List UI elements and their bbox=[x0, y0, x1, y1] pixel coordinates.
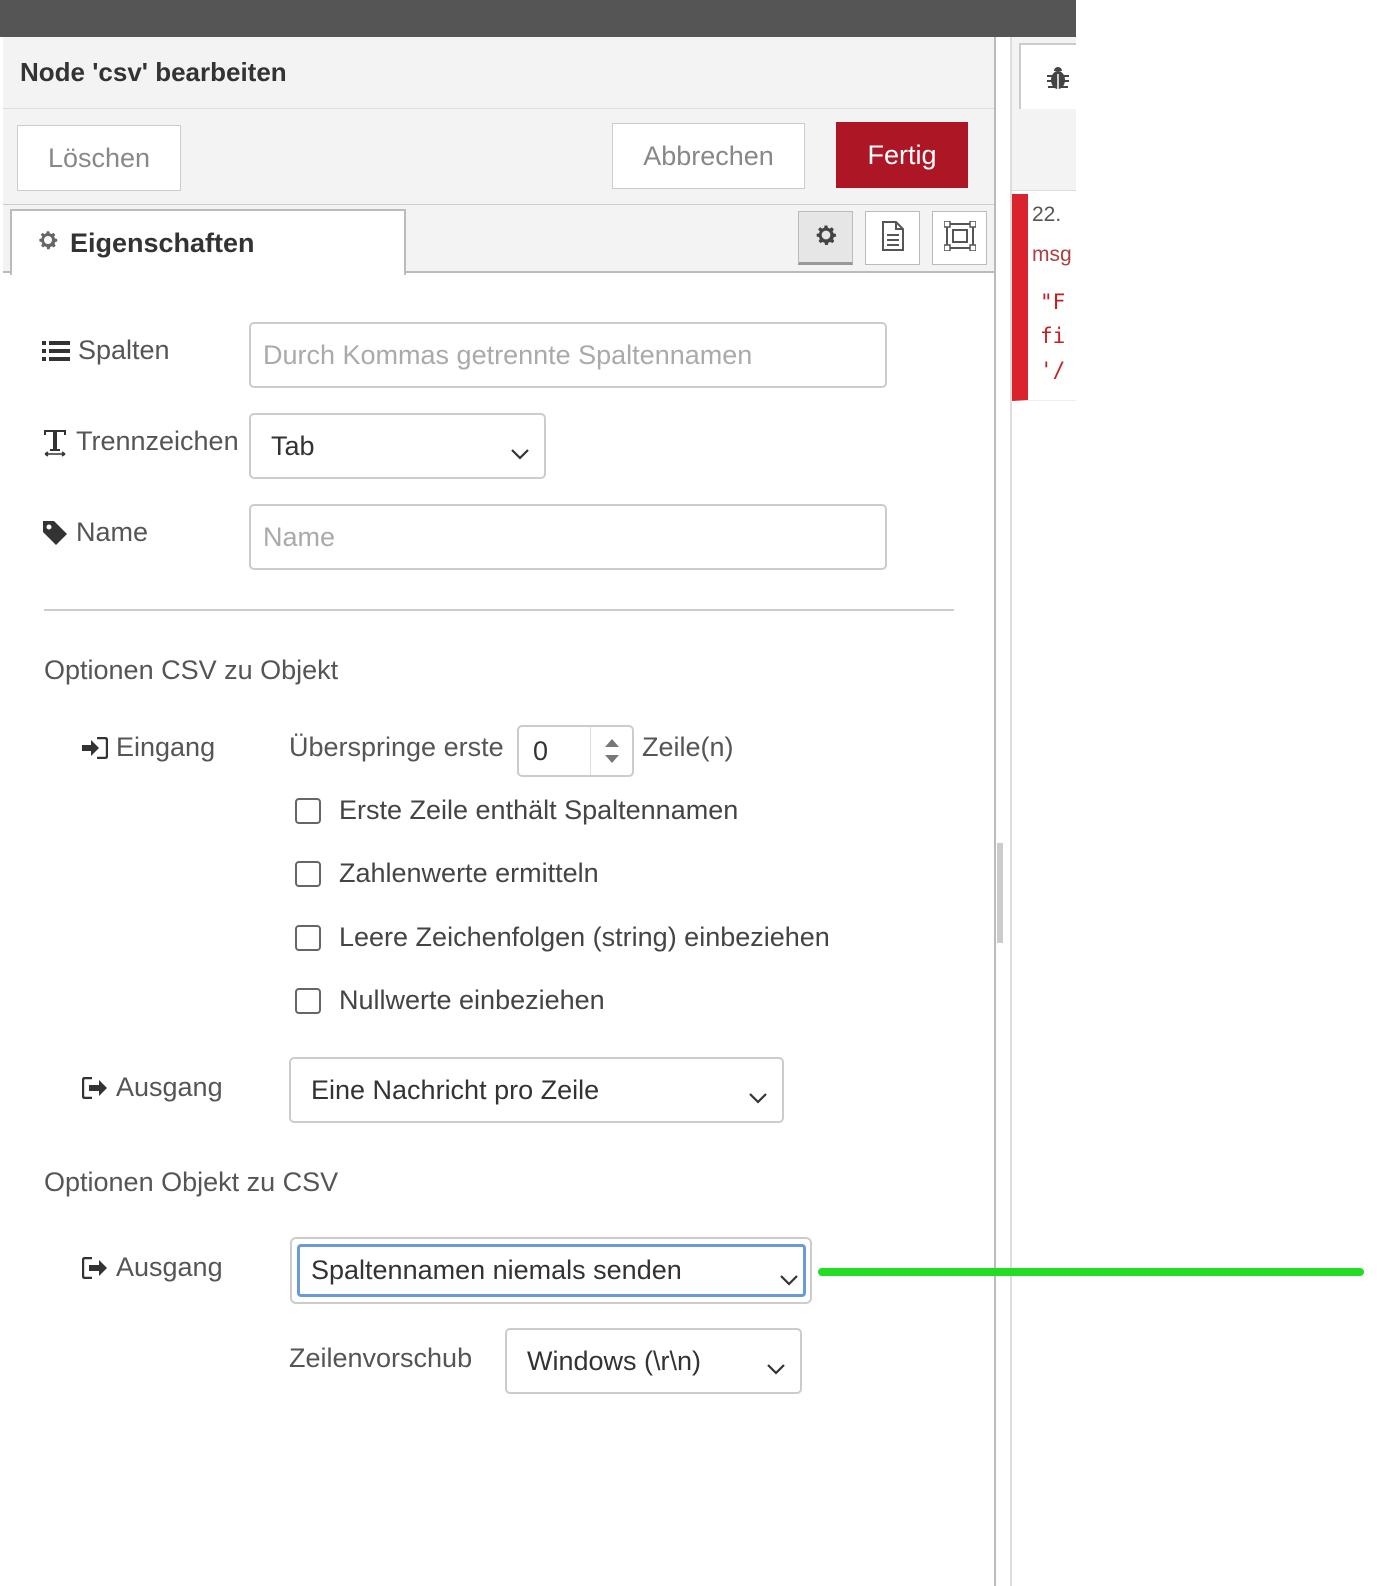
tag-icon bbox=[42, 520, 68, 546]
spinner-arrows[interactable] bbox=[590, 727, 632, 775]
output-label: Ausgang bbox=[82, 1072, 223, 1103]
appearance-icon bbox=[942, 219, 977, 256]
chevron-down-icon bbox=[766, 1352, 786, 1383]
checkbox-parse-numbers[interactable]: Zahlenwerte ermitteln bbox=[295, 858, 599, 889]
name-label-text: Name bbox=[76, 517, 149, 547]
checkbox[interactable] bbox=[295, 987, 321, 1014]
csv-output-select[interactable]: Eine Nachricht pro Zeile bbox=[289, 1057, 784, 1123]
skip-suffix-label: Zeile(n) bbox=[642, 732, 734, 762]
separator-label-text: Trennzeichen bbox=[76, 426, 239, 456]
csv-output-value: Eine Nachricht pro Zeile bbox=[311, 1074, 600, 1105]
newline-value: Windows (\r\n) bbox=[527, 1345, 702, 1376]
tray-title: Node 'csv' bearbeiten bbox=[20, 57, 287, 87]
checkbox-label: Zahlenwerte ermitteln bbox=[339, 858, 599, 888]
annotation-line bbox=[818, 1268, 1364, 1276]
divider bbox=[44, 609, 954, 611]
checkbox-label: Leere Zeichenfolgen (string) einbeziehen bbox=[339, 922, 830, 952]
resize-handle[interactable] bbox=[997, 843, 1003, 943]
checkbox-label: Nullwerte einbeziehen bbox=[339, 985, 605, 1015]
sidebar-tab-bar bbox=[1012, 37, 1076, 109]
newline-label: Zeilenvorschub bbox=[289, 1343, 473, 1373]
sidebar-toolbar bbox=[1012, 109, 1076, 191]
tab-properties[interactable]: Eigenschaften bbox=[10, 209, 406, 275]
tab-properties-label: Eigenschaften bbox=[70, 227, 255, 258]
appearance-tab-button[interactable] bbox=[932, 211, 987, 265]
csv-to-object-heading: Optionen CSV zu Objekt bbox=[44, 655, 339, 685]
cancel-button[interactable]: Abbrechen bbox=[612, 123, 805, 189]
input-label-text: Eingang bbox=[116, 732, 216, 762]
text-cursor-icon bbox=[42, 427, 68, 457]
gear-icon bbox=[36, 228, 60, 259]
columns-input[interactable]: Durch Kommas getrennte Spaltennamen bbox=[249, 322, 887, 388]
sign-in-icon bbox=[82, 736, 108, 759]
gear-icon bbox=[813, 222, 839, 253]
done-button[interactable]: Fertig bbox=[836, 122, 968, 188]
header-output-value: Spaltennamen niemals senden bbox=[311, 1255, 682, 1285]
debug-sidebar: 22. msg "F fi '/ bbox=[1010, 37, 1076, 1586]
sign-out-icon bbox=[82, 1076, 108, 1099]
object-to-csv-heading: Optionen Objekt zu CSV bbox=[44, 1167, 339, 1197]
settings-tab-button[interactable] bbox=[798, 211, 853, 265]
input-label: Eingang bbox=[82, 732, 215, 763]
message-time: 22. bbox=[1032, 203, 1062, 226]
message-line: '/ bbox=[1040, 358, 1066, 382]
caret-down-icon[interactable] bbox=[604, 755, 619, 763]
separator-label: Trennzeichen bbox=[42, 426, 239, 457]
checkbox-include-null[interactable]: Nullwerte einbeziehen bbox=[295, 985, 605, 1016]
checkbox[interactable] bbox=[295, 797, 321, 824]
output-label-text: Ausgang bbox=[116, 1072, 223, 1102]
chevron-down-icon bbox=[748, 1081, 768, 1112]
skip-lines-spinner[interactable]: 0 bbox=[517, 725, 634, 777]
chevron-down-icon bbox=[779, 1263, 799, 1294]
tab-bar: Eigenschaften bbox=[3, 205, 994, 275]
message-topic: msg bbox=[1032, 243, 1072, 266]
tab-debug[interactable] bbox=[1019, 43, 1076, 109]
message-line: fi bbox=[1040, 324, 1066, 348]
columns-label: Spalten bbox=[42, 335, 170, 366]
message-line: "F bbox=[1040, 290, 1066, 314]
skip-lines-value: 0 bbox=[533, 735, 549, 766]
newline-select[interactable]: Windows (\r\n) bbox=[505, 1328, 802, 1394]
checkbox-label: Erste Zeile enthält Spaltennamen bbox=[339, 795, 739, 825]
name-input[interactable]: Name bbox=[249, 504, 887, 570]
bug-icon bbox=[1045, 65, 1071, 96]
output-label-text: Ausgang bbox=[116, 1252, 223, 1282]
checkbox[interactable] bbox=[295, 860, 321, 887]
separator-value: Tab bbox=[271, 430, 315, 461]
chevron-down-icon bbox=[510, 437, 530, 468]
header-output-select[interactable]: Spaltennamen niemals senden bbox=[290, 1237, 812, 1304]
output-label: Ausgang bbox=[82, 1252, 223, 1283]
sign-out-icon bbox=[82, 1256, 108, 1279]
description-tab-button[interactable] bbox=[865, 211, 920, 265]
caret-up-icon[interactable] bbox=[604, 739, 619, 747]
checkbox[interactable] bbox=[295, 924, 321, 951]
list-icon bbox=[42, 340, 70, 362]
document-icon bbox=[880, 220, 906, 256]
header-output-select-focused[interactable]: Spaltennamen niemals senden bbox=[297, 1244, 806, 1297]
separator-select[interactable]: Tab bbox=[249, 413, 546, 479]
skip-prefix-label: Überspringe erste bbox=[289, 732, 504, 762]
delete-button[interactable]: Löschen bbox=[17, 125, 181, 191]
name-label: Name bbox=[42, 517, 148, 548]
tray-header: Node 'csv' bearbeiten bbox=[3, 37, 994, 109]
columns-label-text: Spalten bbox=[78, 335, 170, 365]
tray-toolbar: Löschen Abbrechen Fertig bbox=[3, 109, 994, 205]
checkbox-header-row[interactable]: Erste Zeile enthält Spaltennamen bbox=[295, 795, 738, 826]
checkbox-include-empty-strings[interactable]: Leere Zeichenfolgen (string) einbeziehen bbox=[295, 922, 830, 953]
debug-message[interactable]: 22. msg "F fi '/ bbox=[1012, 194, 1076, 401]
edit-tray: Node 'csv' bearbeiten Löschen Abbrechen … bbox=[3, 37, 996, 1586]
top-header-bar bbox=[0, 0, 1076, 37]
